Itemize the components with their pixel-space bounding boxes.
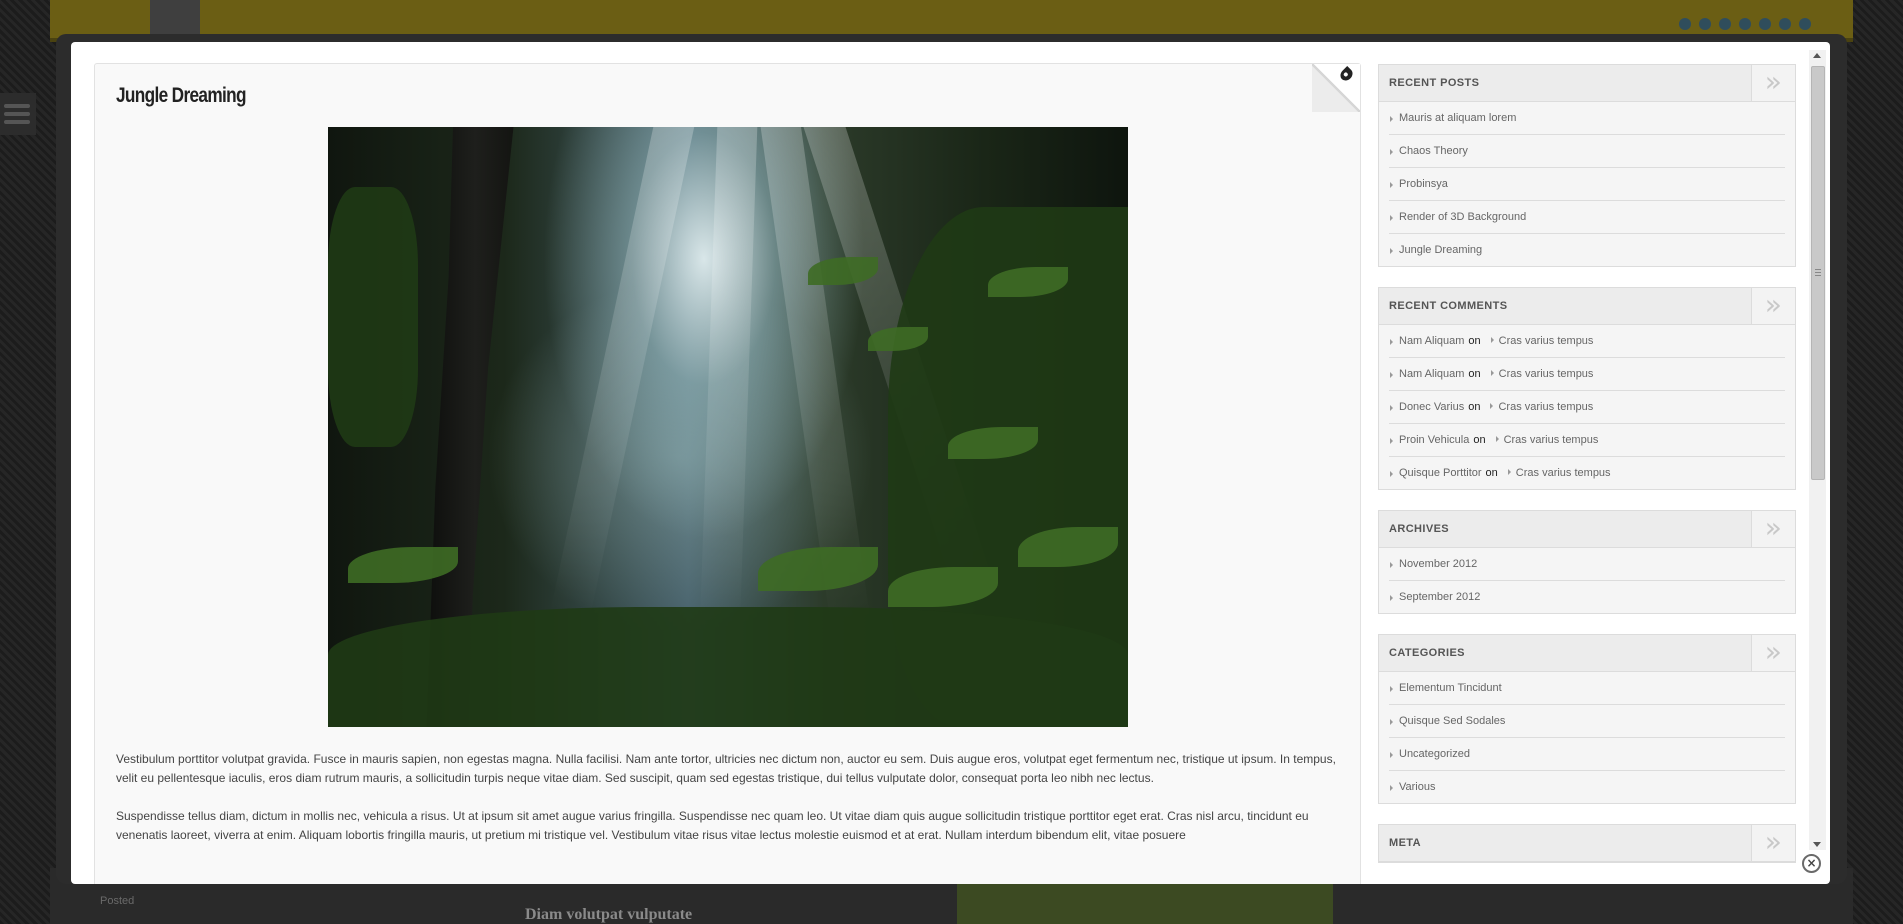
close-icon[interactable]: ×: [1802, 854, 1821, 873]
scroll-up-arrow-icon[interactable]: [1813, 53, 1821, 58]
comment-author[interactable]: Proin Vehicula: [1399, 434, 1469, 446]
comment-author[interactable]: Nam Aliquam: [1399, 335, 1464, 347]
recent-post-link[interactable]: Probinsya: [1389, 168, 1785, 201]
post-title: Jungle Dreaming: [116, 84, 247, 107]
category-link[interactable]: Uncategorized: [1389, 738, 1785, 771]
widget-recent-comments: RECENT COMMENTS » Nam Aliquam on Cras vari…: [1378, 287, 1796, 490]
recent-comment: Quisque Porttitor on Cras varius tempus: [1389, 457, 1785, 489]
recent-comment: Nam Aliquam on Cras varius tempus: [1389, 358, 1785, 391]
background-social-icons: [1679, 18, 1811, 30]
recent-comment: Donec Varius on Cras varius tempus: [1389, 391, 1785, 424]
comment-post-link[interactable]: Cras varius tempus: [1490, 335, 1593, 347]
category-link[interactable]: Elementum Tincidunt: [1389, 672, 1785, 705]
lightbox-scrollbar[interactable]: [1809, 50, 1826, 850]
comment-post-link[interactable]: Cras varius tempus: [1507, 467, 1611, 479]
archive-link[interactable]: September 2012: [1389, 581, 1785, 613]
background-menu-button: [0, 93, 36, 135]
lightbox-content: Jungle Dreaming Vestibulum porttitor vol…: [71, 42, 1830, 884]
sidebar: RECENT POSTS » Mauris at aliquam lorem C…: [1378, 64, 1796, 884]
scroll-thumb[interactable]: [1811, 66, 1825, 480]
archive-link[interactable]: November 2012: [1389, 548, 1785, 581]
category-link[interactable]: Various: [1389, 771, 1785, 803]
widget-title: RECENT POSTS »: [1379, 65, 1795, 102]
comment-author[interactable]: Nam Aliquam: [1399, 368, 1464, 380]
chevron-double-right-icon[interactable]: »: [1751, 65, 1795, 101]
widget-title: META »: [1379, 825, 1795, 862]
widget-title: ARCHIVES »: [1379, 511, 1795, 548]
lightbox: Jungle Dreaming Vestibulum porttitor vol…: [56, 34, 1847, 884]
post-featured-image: [328, 127, 1128, 727]
chevron-double-right-icon[interactable]: »: [1751, 288, 1795, 324]
recent-post-link[interactable]: Mauris at aliquam lorem: [1389, 102, 1785, 135]
comment-post-link[interactable]: Cras varius tempus: [1495, 434, 1598, 446]
chevron-double-right-icon[interactable]: »: [1751, 511, 1795, 547]
widget-title: RECENT COMMENTS »: [1379, 288, 1795, 325]
widget-recent-posts: RECENT POSTS » Mauris at aliquam lorem C…: [1378, 64, 1796, 267]
background-posted-label: Posted: [100, 895, 135, 907]
recent-post-link[interactable]: Jungle Dreaming: [1389, 234, 1785, 266]
background-nav-active: [150, 0, 200, 38]
post-format-corner[interactable]: [1312, 64, 1360, 112]
eye-icon: [1338, 66, 1355, 83]
chevron-double-right-icon[interactable]: »: [1751, 635, 1795, 671]
recent-post-link[interactable]: Render of 3D Background: [1389, 201, 1785, 234]
post-paragraph: Vestibulum porttitor volutpat gravida. F…: [116, 752, 1336, 785]
chevron-double-right-icon[interactable]: »: [1751, 825, 1795, 861]
background-post-title: Diam volutpat vulputate: [525, 906, 693, 923]
comment-author[interactable]: Quisque Porttitor: [1399, 467, 1482, 479]
widget-title: CATEGORIES »: [1379, 635, 1795, 672]
widget-archives: ARCHIVES » November 2012 September 2012: [1378, 510, 1796, 614]
recent-comment: Nam Aliquam on Cras varius tempus: [1389, 325, 1785, 358]
widget-meta: META »: [1378, 824, 1796, 863]
post-content: Vestibulum porttitor volutpat gravida. F…: [116, 750, 1336, 864]
comment-post-link[interactable]: Cras varius tempus: [1490, 401, 1593, 413]
recent-comment: Proin Vehicula on Cras varius tempus: [1389, 424, 1785, 457]
recent-post-link[interactable]: Chaos Theory: [1389, 135, 1785, 168]
comment-post-link[interactable]: Cras varius tempus: [1490, 368, 1593, 380]
category-link[interactable]: Quisque Sed Sodales: [1389, 705, 1785, 738]
scroll-down-arrow-icon[interactable]: [1813, 842, 1821, 847]
post-paragraph: Suspendisse tellus diam, dictum in molli…: [116, 809, 1309, 842]
comment-author[interactable]: Donec Varius: [1399, 401, 1464, 413]
post-article: Jungle Dreaming Vestibulum porttitor vol…: [94, 63, 1361, 884]
widget-categories: CATEGORIES » Elementum Tincidunt Quisque…: [1378, 634, 1796, 804]
